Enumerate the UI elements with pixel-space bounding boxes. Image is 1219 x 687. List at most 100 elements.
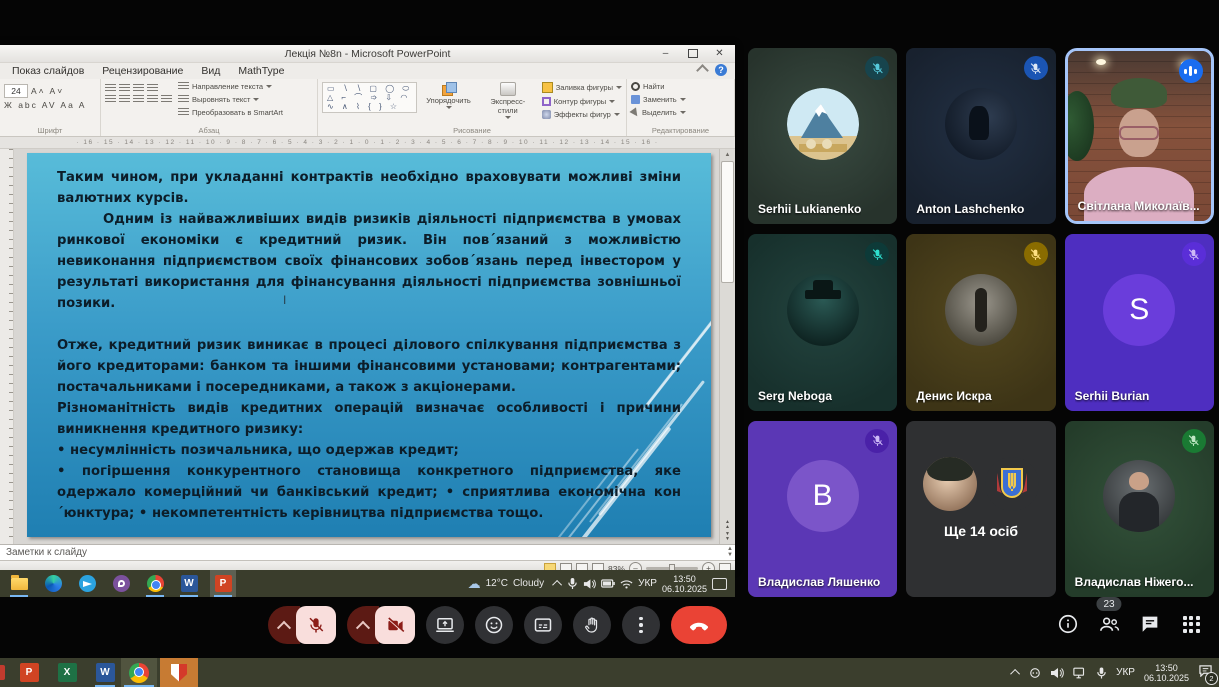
activities-button[interactable] — [1179, 612, 1203, 636]
align-center-icon[interactable] — [119, 95, 130, 104]
shape-outline-button[interactable]: Контур фигуры — [542, 97, 622, 106]
file-explorer-taskbar-icon[interactable] — [6, 570, 32, 597]
smartart-icon — [178, 108, 189, 117]
columns-icon[interactable] — [161, 95, 172, 104]
powerpoint-titlebar[interactable]: Лекція №8n - Microsoft PowerPoint – ✕ — [0, 45, 735, 63]
replace-button[interactable]: Заменить — [631, 95, 730, 104]
word-taskbar-icon[interactable]: W — [92, 658, 118, 687]
align-justify-icon[interactable] — [147, 95, 158, 104]
minimize-button[interactable]: – — [652, 45, 679, 61]
camera-control — [347, 606, 415, 644]
notes-scroll-icons[interactable]: ▲▼ — [727, 546, 733, 558]
speaker-tray-icon[interactable] — [1050, 667, 1064, 679]
text-direction-button[interactable]: Направление текста — [178, 82, 283, 91]
close-button[interactable]: ✕ — [706, 45, 733, 61]
align-right-icon[interactable] — [133, 95, 144, 104]
notification-center-icon[interactable] — [712, 578, 727, 590]
captions-button[interactable] — [524, 606, 562, 644]
present-screen-button[interactable] — [426, 606, 464, 644]
help-icon[interactable]: ? — [715, 64, 727, 76]
maximize-button[interactable] — [679, 45, 706, 61]
shape-fill-button[interactable]: Заливка фигуры — [542, 82, 622, 93]
numbering-icon[interactable] — [119, 84, 130, 93]
microphone-tray-icon[interactable] — [567, 577, 578, 590]
participant-tile[interactable]: B Владислав Ляшенко — [748, 421, 897, 597]
previous-slide-button[interactable]: ▲▲ — [725, 520, 730, 530]
indent-increase-icon[interactable] — [147, 84, 158, 93]
participant-tile[interactable]: Anton Lashchenko — [906, 48, 1055, 224]
powerpoint-taskbar-icon[interactable]: P — [16, 658, 42, 687]
shield-app-taskbar-icon[interactable] — [160, 658, 198, 687]
clock[interactable]: 13:5006.10.2025 — [662, 574, 707, 594]
find-button[interactable]: Найти — [631, 82, 730, 91]
participant-tile[interactable]: Serg Neboga — [748, 234, 897, 410]
cutoff-taskbar-icon[interactable] — [0, 665, 5, 680]
mic-toggle-button[interactable] — [296, 606, 336, 644]
quick-styles-button[interactable]: Экспресс-стили — [480, 82, 536, 119]
weather-condition[interactable]: Cloudy — [513, 578, 544, 589]
tab-view[interactable]: Вид — [201, 65, 220, 77]
microphone-tray-icon[interactable] — [1096, 666, 1107, 680]
align-left-icon[interactable] — [105, 95, 116, 104]
notification-center-icon[interactable]: 2 — [1198, 664, 1213, 682]
font-style-icons[interactable]: Ж abc AV Aa A — [4, 100, 86, 110]
raise-hand-button[interactable] — [573, 606, 611, 644]
network-tray-icon[interactable] — [1073, 667, 1087, 679]
speaker-tray-icon[interactable] — [583, 578, 596, 590]
collapse-ribbon-icon[interactable] — [696, 64, 709, 77]
scroll-up-icon[interactable]: ▲ — [725, 149, 731, 161]
more-options-button[interactable] — [622, 606, 660, 644]
font-size-icons[interactable]: A˄ A˅ — [31, 86, 64, 96]
smartart-button[interactable]: Преобразовать в SmartArt — [178, 108, 283, 117]
participant-tile-speaking[interactable]: Світлана Миколаїв... — [1065, 48, 1214, 224]
participants-button[interactable]: 23 — [1097, 612, 1121, 636]
align-text-button[interactable]: Выровнять текст — [178, 95, 283, 104]
chat-button[interactable] — [1138, 612, 1162, 636]
edge-taskbar-icon[interactable] — [40, 570, 66, 597]
scrollbar-thumb[interactable] — [721, 161, 734, 283]
select-button[interactable]: Выделить — [631, 108, 730, 117]
powerpoint-taskbar-icon[interactable]: P — [210, 570, 236, 597]
excel-taskbar-icon[interactable]: X — [54, 658, 80, 687]
indent-decrease-icon[interactable] — [133, 84, 144, 93]
next-slide-button[interactable]: ▼▼ — [725, 532, 730, 542]
meeting-details-button[interactable] — [1056, 612, 1080, 636]
participant-tile[interactable]: Денис Искра — [906, 234, 1055, 410]
participant-tile[interactable]: S Serhii Burian — [1065, 234, 1214, 410]
tab-mathtype[interactable]: MathType — [238, 65, 284, 77]
tray-expand-icon[interactable] — [552, 580, 562, 590]
language-indicator[interactable]: УКР — [1116, 667, 1135, 678]
weather-temp[interactable]: 12°C — [486, 578, 508, 589]
maximize-icon — [688, 49, 698, 58]
dropdown-icon — [614, 113, 620, 116]
shape-effects-button[interactable]: Эффекты фигур — [542, 110, 622, 119]
end-call-button[interactable] — [671, 606, 727, 644]
reactions-button[interactable] — [475, 606, 513, 644]
camera-toggle-button[interactable] — [375, 606, 415, 644]
font-size-box[interactable]: 24 — [4, 84, 28, 98]
slide-notes-area[interactable]: Заметки к слайду ▲▼ — [0, 544, 735, 560]
tray-expand-icon[interactable] — [1010, 669, 1020, 679]
shield-icon — [171, 664, 187, 682]
viber-taskbar-icon[interactable] — [108, 570, 134, 597]
language-indicator[interactable]: УКР — [638, 578, 657, 589]
word-taskbar-icon[interactable]: W — [176, 570, 202, 597]
battery-tray-icon[interactable] — [601, 579, 615, 588]
more-participants-tile[interactable]: Ще 14 осіб — [906, 421, 1055, 597]
telegram-taskbar-icon[interactable] — [74, 570, 100, 597]
participant-tile[interactable]: Serhii Lukianenko — [748, 48, 897, 224]
shapes-gallery[interactable]: ▭ ∖ ∖ ▢ ◯ ⬭ △ ⌐ ⌒ ➩ ⇩ ◠ ∿ ∧ ⌇ { } ☆ — [322, 82, 417, 113]
participant-tile[interactable]: Владислав Ніжего... — [1065, 421, 1214, 597]
tab-slideshow[interactable]: Показ слайдов — [12, 65, 84, 77]
meet-control-bar: 23 — [0, 597, 1219, 658]
tab-review[interactable]: Рецензирование — [102, 65, 183, 77]
bullets-icon[interactable] — [105, 84, 116, 93]
chrome-taskbar-icon[interactable] — [142, 570, 168, 597]
arrange-button[interactable]: Упорядочить — [423, 82, 474, 109]
wifi-tray-icon[interactable] — [620, 579, 633, 589]
clock[interactable]: 13:5006.10.2025 — [1144, 663, 1189, 683]
sync-tray-icon[interactable] — [1029, 667, 1041, 679]
slide-editing-area[interactable]: Таким чином, при укладанні контрактів не… — [27, 153, 711, 537]
slide-scrollbar[interactable]: ▲ ▲▲ ▼▼ — [719, 149, 735, 544]
chrome-taskbar-icon[interactable] — [121, 658, 157, 687]
